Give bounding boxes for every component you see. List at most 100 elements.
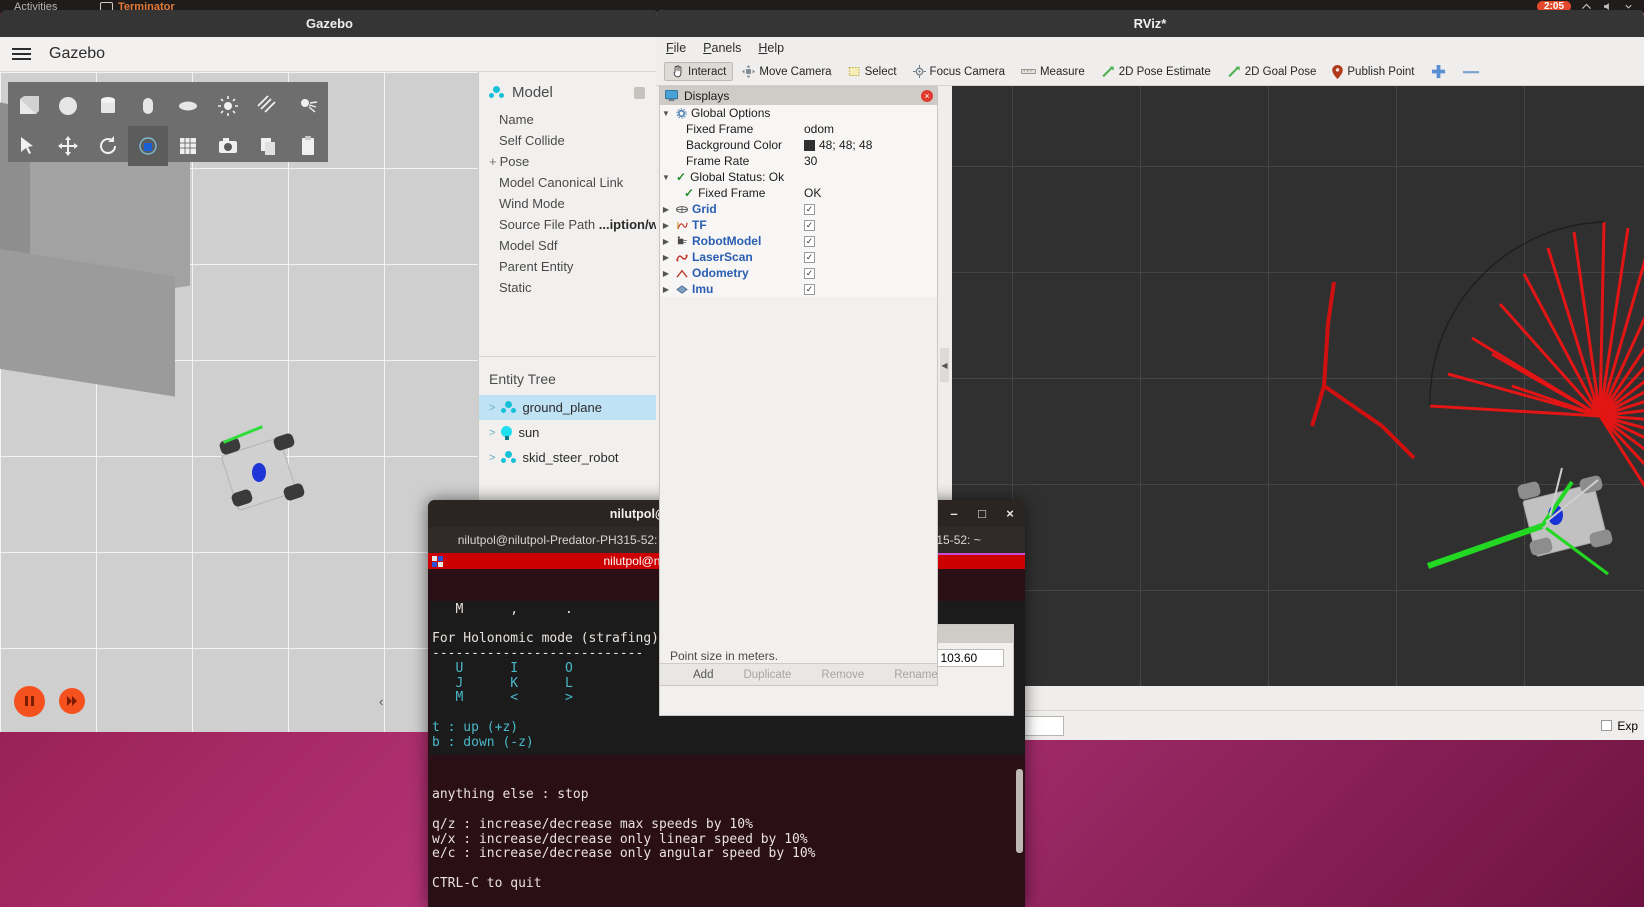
chevron-down-icon[interactable]: ▼ bbox=[660, 109, 672, 118]
snap-grid-icon[interactable] bbox=[168, 126, 208, 166]
chevron-right-icon[interactable]: ▶ bbox=[660, 253, 672, 262]
property-row[interactable]: + Pose bbox=[489, 151, 659, 172]
property-row[interactable]: Wind Mode bbox=[499, 193, 659, 214]
box-shape-icon[interactable] bbox=[8, 86, 48, 126]
sphere-shape-icon[interactable] bbox=[48, 86, 88, 126]
entity-tree-item-skid-steer-robot[interactable]: > skid_steer_robot bbox=[479, 445, 659, 470]
tool-label: Measure bbox=[1039, 65, 1085, 78]
property-row[interactable]: Parent Entity bbox=[499, 256, 659, 277]
tool-interact[interactable]: Interact bbox=[664, 62, 734, 81]
display-row-robotmodel[interactable]: ▶ RobotModel ✓ bbox=[660, 233, 937, 249]
chevron-right-icon[interactable]: ▶ bbox=[660, 205, 672, 214]
rotate-icon[interactable] bbox=[88, 126, 128, 166]
tool-select[interactable]: Select bbox=[841, 62, 904, 81]
spot-light-icon[interactable] bbox=[288, 86, 328, 126]
display-row-tf[interactable]: ▶ TF ✓ bbox=[660, 217, 937, 233]
translate-icon[interactable] bbox=[48, 126, 88, 166]
panel-collapse-arrow-icon[interactable]: ‹ bbox=[379, 694, 383, 709]
tool-2d-pose-estimate[interactable]: 2D Pose Estimate bbox=[1094, 62, 1218, 81]
minimize-button[interactable]: – bbox=[945, 506, 963, 521]
maximize-button[interactable]: □ bbox=[973, 506, 991, 521]
rviz-body: Displays × ▼ Global Options Fixed Frame bbox=[656, 86, 1644, 740]
property-row[interactable]: Static bbox=[499, 277, 659, 298]
copy-icon[interactable] bbox=[248, 126, 288, 166]
menu-burger-icon[interactable] bbox=[12, 48, 31, 60]
display-enabled-checkbox[interactable]: ✓ bbox=[804, 203, 815, 215]
chevron-down-icon[interactable]: ▼ bbox=[660, 173, 672, 182]
tool-measure[interactable]: Measure bbox=[1014, 63, 1092, 81]
remove-display-button[interactable]: Remove bbox=[808, 666, 877, 684]
color-swatch[interactable] bbox=[804, 139, 815, 151]
ellipsoid-shape-icon[interactable] bbox=[168, 86, 208, 126]
close-icon[interactable]: × bbox=[921, 90, 933, 102]
display-enabled-checkbox[interactable]: ✓ bbox=[804, 267, 815, 279]
select-cursor-icon[interactable] bbox=[8, 126, 48, 166]
transform-control-icon[interactable] bbox=[128, 126, 168, 166]
rename-display-button[interactable]: Rename bbox=[881, 666, 950, 684]
tool-remove[interactable] bbox=[1455, 65, 1487, 79]
duplicate-display-button[interactable]: Duplicate bbox=[730, 666, 804, 684]
display-row-imu[interactable]: ▶ Imu ✓ bbox=[660, 281, 937, 297]
display-enabled-checkbox[interactable]: ✓ bbox=[804, 219, 815, 231]
display-enabled-checkbox[interactable]: ✓ bbox=[804, 235, 815, 247]
directional-light-icon[interactable] bbox=[248, 86, 288, 126]
display-row-frame-rate[interactable]: Frame Rate 30 bbox=[660, 153, 937, 169]
tool-publish-point[interactable]: Publish Point bbox=[1325, 62, 1421, 82]
menu-panels[interactable]: Panels bbox=[703, 41, 741, 55]
property-row[interactable]: Self Collide bbox=[499, 130, 659, 151]
tool-focus-camera[interactable]: Focus Camera bbox=[906, 62, 1012, 81]
terminal-scrollbar[interactable] bbox=[1016, 769, 1023, 853]
rviz-titlebar[interactable]: RViz* bbox=[656, 10, 1644, 37]
chevron-right-icon[interactable]: > bbox=[489, 427, 495, 439]
gazebo-3d-viewport[interactable]: ‹ bbox=[0, 72, 478, 732]
display-row-laserscan[interactable]: ▶ LaserScan ✓ bbox=[660, 249, 937, 265]
entity-tree-item-sun[interactable]: > sun bbox=[479, 420, 659, 445]
display-row-global-status[interactable]: ▼ ✓ Global Status: Ok bbox=[660, 169, 937, 185]
property-row[interactable]: Name bbox=[499, 109, 659, 130]
tool-add[interactable] bbox=[1424, 61, 1453, 82]
entity-tree-item-ground-plane[interactable]: > ground_plane bbox=[479, 395, 659, 420]
chevron-right-icon[interactable]: ▶ bbox=[660, 237, 672, 246]
display-value[interactable]: odom bbox=[804, 122, 834, 136]
screenshot-icon[interactable] bbox=[208, 126, 248, 166]
menu-file[interactable]: File bbox=[666, 41, 686, 55]
panel-collapse-handle[interactable]: ◀ bbox=[940, 348, 949, 382]
experimental-checkbox[interactable] bbox=[1601, 720, 1613, 731]
display-row-global-options[interactable]: ▼ Global Options bbox=[660, 105, 937, 121]
chevron-right-icon[interactable]: > bbox=[489, 402, 495, 414]
chevron-right-icon[interactable]: > bbox=[489, 452, 495, 464]
display-row-fixed-frame[interactable]: Fixed Frame odom bbox=[660, 121, 937, 137]
display-row-grid[interactable]: ▶ Grid ✓ bbox=[660, 201, 937, 217]
chevron-right-icon[interactable]: ▶ bbox=[660, 221, 672, 230]
step-forward-button[interactable] bbox=[59, 688, 85, 714]
expand-icon[interactable]: + bbox=[489, 154, 497, 169]
chevron-right-icon[interactable]: ▶ bbox=[660, 269, 672, 278]
close-button[interactable]: × bbox=[1001, 506, 1019, 521]
property-label: Pose bbox=[499, 154, 530, 169]
property-row[interactable]: Source File Path ...iption/w bbox=[499, 214, 659, 235]
cylinder-shape-icon[interactable] bbox=[88, 86, 128, 126]
ros-elapsed-value[interactable]: 103.60 bbox=[934, 649, 1005, 667]
display-value[interactable]: 30 bbox=[804, 154, 817, 168]
display-enabled-checkbox[interactable]: ✓ bbox=[804, 283, 815, 295]
display-enabled-checkbox[interactable]: ✓ bbox=[804, 251, 815, 263]
property-row[interactable]: Model Sdf bbox=[499, 235, 659, 256]
capsule-shape-icon[interactable] bbox=[128, 86, 168, 126]
add-display-button[interactable]: Add bbox=[680, 666, 726, 684]
pause-button[interactable] bbox=[14, 685, 45, 717]
rviz-3d-viewport[interactable] bbox=[952, 86, 1644, 686]
display-row-status-fixed-frame[interactable]: ✓ Fixed Frame OK bbox=[660, 185, 937, 201]
point-light-icon[interactable] bbox=[208, 86, 248, 126]
tool-move-camera[interactable]: Move Camera bbox=[735, 62, 838, 81]
lock-icon[interactable] bbox=[634, 86, 645, 99]
tf-icon bbox=[677, 221, 688, 229]
display-row-background-color[interactable]: Background Color 48; 48; 48 bbox=[660, 137, 937, 153]
property-row[interactable]: Model Canonical Link bbox=[499, 172, 659, 193]
display-row-odometry[interactable]: ▶ Odometry ✓ bbox=[660, 265, 937, 281]
chevron-right-icon[interactable]: ▶ bbox=[660, 285, 672, 294]
paste-icon[interactable] bbox=[288, 126, 328, 166]
display-value[interactable]: 48; 48; 48 bbox=[819, 138, 872, 152]
menu-help[interactable]: Help bbox=[758, 41, 784, 55]
gazebo-titlebar[interactable]: Gazebo bbox=[0, 10, 659, 37]
tool-2d-goal-pose[interactable]: 2D Goal Pose bbox=[1220, 62, 1324, 81]
